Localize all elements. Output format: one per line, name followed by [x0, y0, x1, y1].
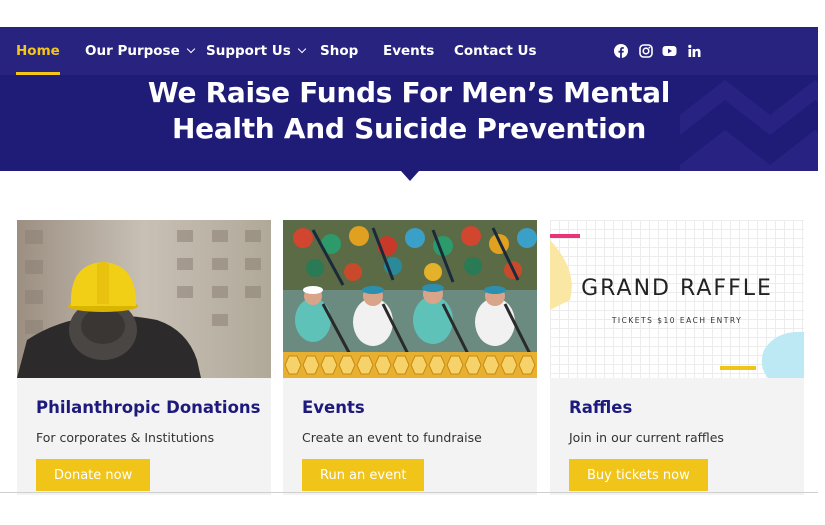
nav-support-us[interactable]: Support Us — [206, 27, 306, 75]
youtube-icon[interactable] — [662, 44, 677, 58]
donate-now-button[interactable]: Donate now — [36, 459, 151, 491]
card-philanthropic-donations: Philanthropic Donations For corporates &… — [17, 220, 271, 495]
hero-title: We Raise Funds For Men’s Mental Health A… — [0, 75, 818, 147]
nav-support-us-label: Support Us — [206, 43, 291, 59]
card-description: Join in our current raffles — [569, 430, 724, 445]
card-description: For corporates & Institutions — [36, 430, 215, 445]
nav-our-purpose[interactable]: Our Purpose — [85, 27, 195, 75]
nav-shop[interactable]: Shop — [320, 27, 358, 75]
nav-events[interactable]: Events — [383, 27, 434, 75]
chevron-down-icon — [297, 44, 306, 54]
hero-title-line2: Health And Suicide Prevention — [172, 112, 646, 145]
raffle-image-title: GRAND RAFFLE — [581, 276, 773, 301]
linkedin-icon[interactable] — [688, 44, 701, 58]
card-title: Raffles — [569, 398, 633, 417]
card-raffles: GRAND RAFFLE TICKETS $10 EACH ENTRY Raff… — [550, 220, 804, 495]
facebook-icon[interactable] — [614, 44, 628, 58]
card-title: Events — [302, 398, 365, 417]
page-divider — [0, 492, 818, 493]
raffle-image-subtitle: TICKETS $10 EACH ENTRY — [611, 316, 743, 325]
grand-raffle-image: GRAND RAFFLE TICKETS $10 EACH ENTRY — [550, 220, 804, 378]
nav-contact-us-label: Contact Us — [454, 43, 537, 59]
nav-contact-us[interactable]: Contact Us — [454, 27, 537, 75]
hero-pointer-arrow — [401, 171, 419, 181]
run-an-event-button[interactable]: Run an event — [302, 459, 425, 491]
card-title: Philanthropic Donations — [36, 398, 261, 417]
nav-home[interactable]: Home — [16, 27, 60, 75]
nav-shop-label: Shop — [320, 43, 359, 59]
chevron-down-icon — [186, 44, 195, 54]
nav-events-label: Events — [383, 43, 435, 59]
nav-our-purpose-label: Our Purpose — [85, 43, 180, 59]
dragon-boat-race-image — [283, 220, 537, 378]
nav-home-label: Home — [16, 43, 60, 59]
card-description: Create an event to fundraise — [302, 430, 482, 445]
card-events: Events Create an event to fundraise Run … — [283, 220, 537, 495]
top-navigation-bar: Home Our Purpose Support Us Shop Events … — [0, 27, 818, 75]
hero-title-line1: We Raise Funds For Men’s Mental — [147, 76, 671, 109]
worker-hard-hat-image — [17, 220, 271, 378]
instagram-icon[interactable] — [639, 44, 653, 58]
buy-tickets-now-button[interactable]: Buy tickets now — [569, 459, 708, 491]
hero-banner: We Raise Funds For Men’s Mental Health A… — [0, 75, 818, 171]
